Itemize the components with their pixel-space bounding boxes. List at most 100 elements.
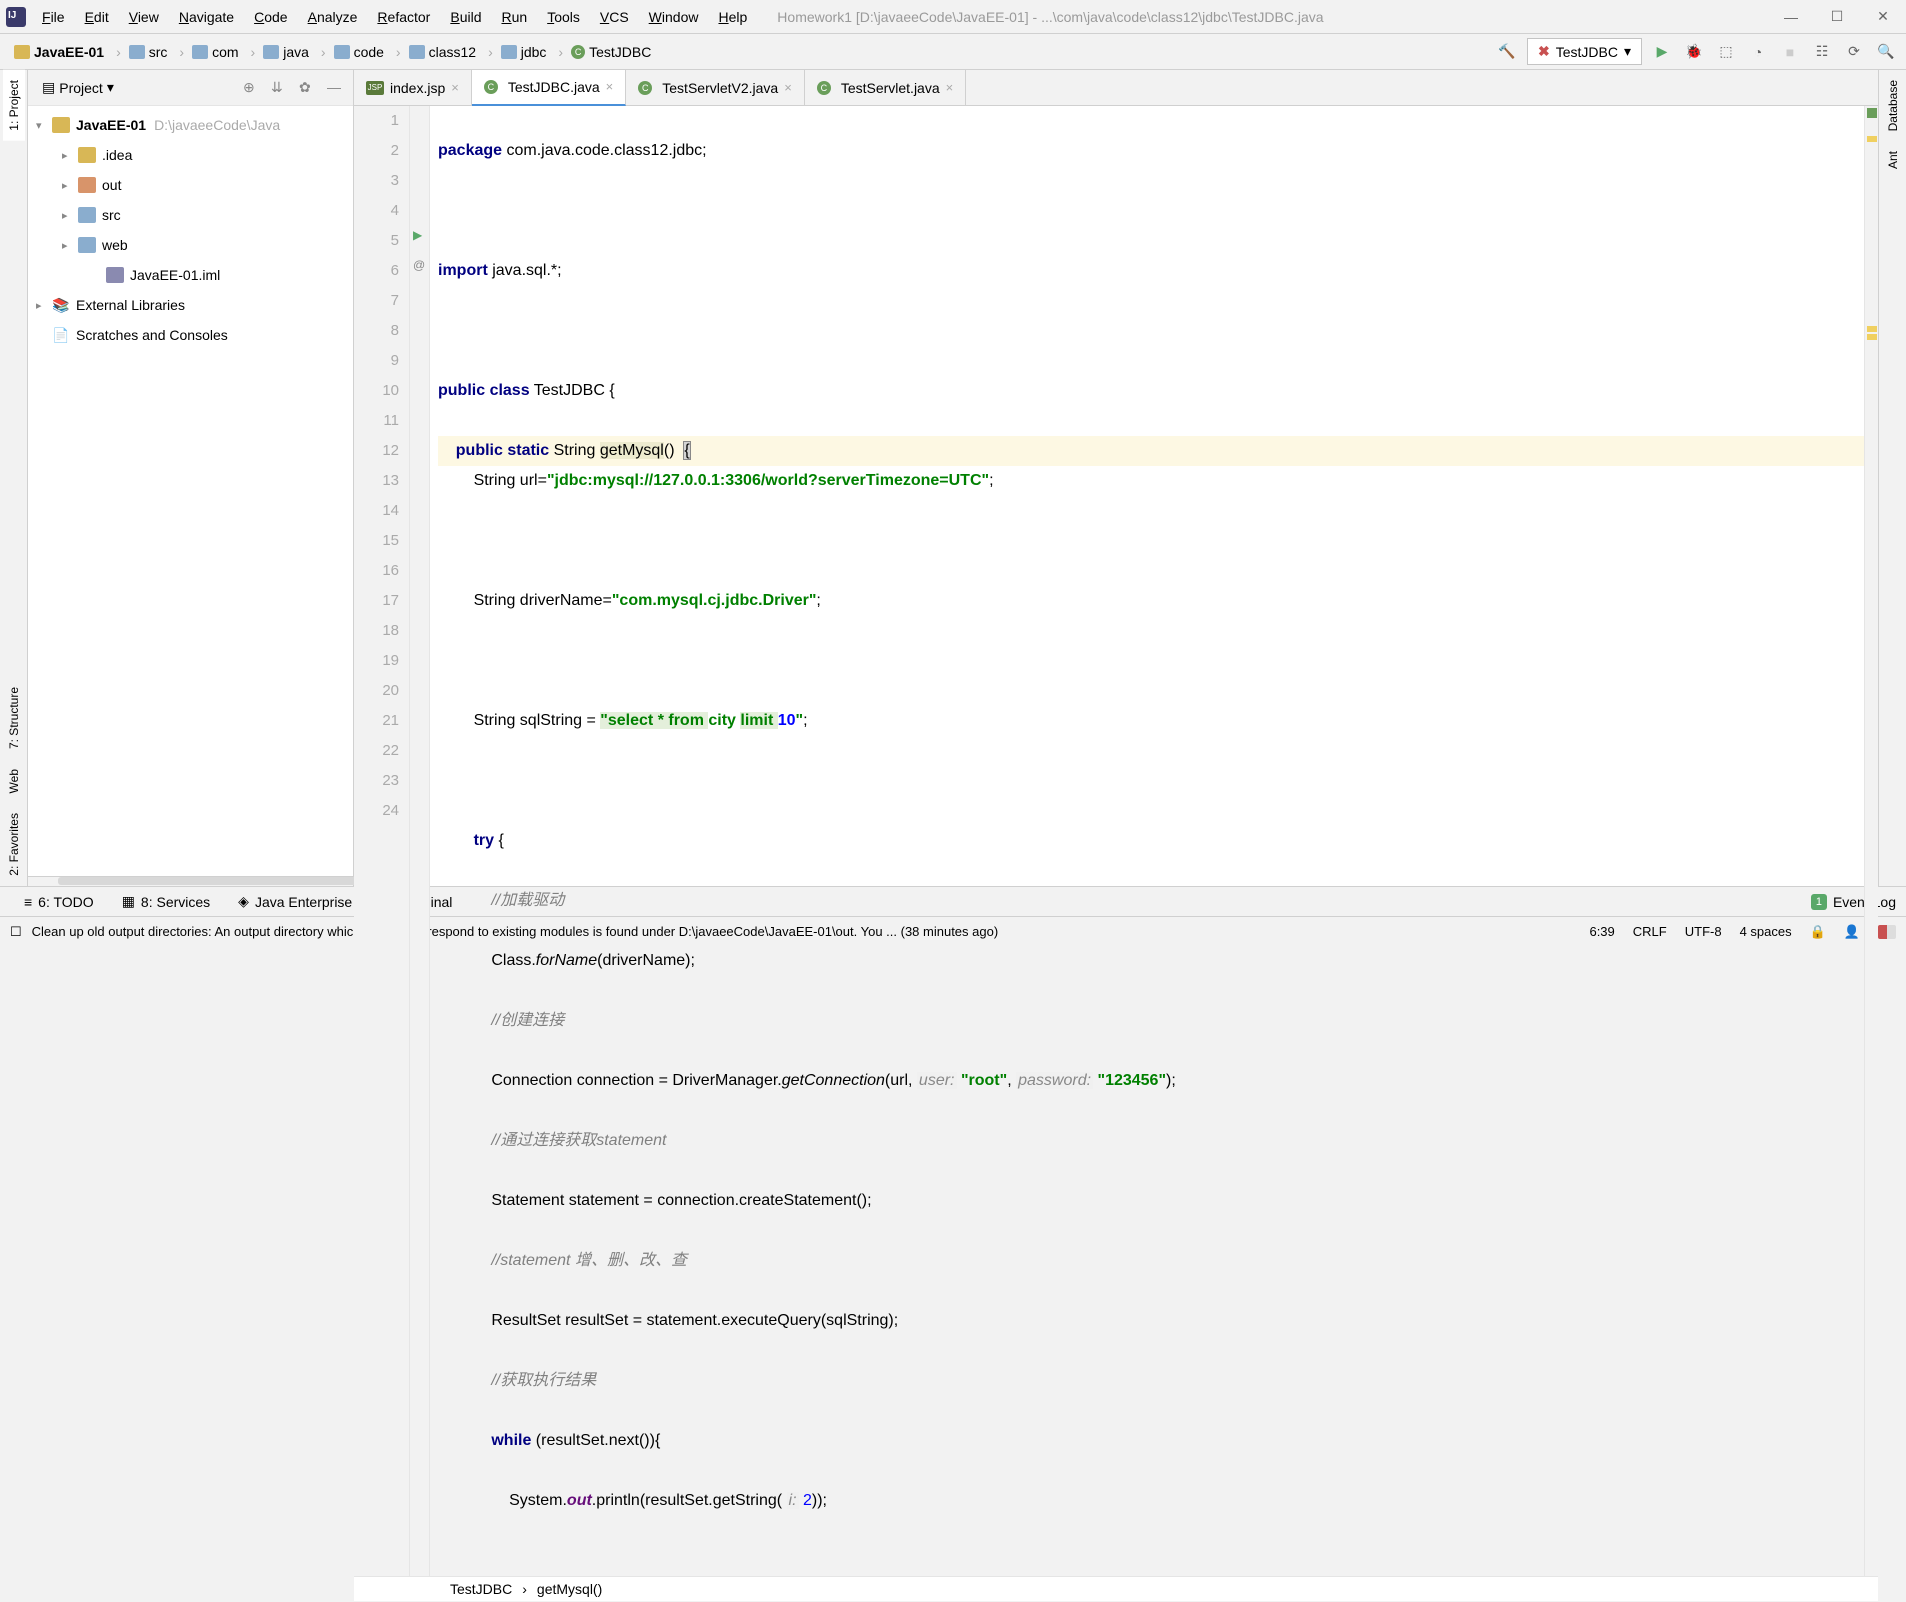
- class-icon: C: [571, 45, 585, 59]
- warning-mark[interactable]: [1867, 136, 1877, 142]
- list-icon: ≡: [24, 894, 32, 910]
- locate-icon[interactable]: ⊕: [243, 79, 261, 97]
- rail-ant[interactable]: Ant: [1882, 141, 1904, 179]
- breadcrumb-jdbc[interactable]: jdbc: [495, 42, 553, 62]
- project-header: ▤ Project ▾ ⊕ ⇊ ✿ —: [28, 70, 353, 106]
- window-controls: — ☐ ✕: [1768, 0, 1906, 34]
- search-everywhere-button[interactable]: 🔍: [1874, 40, 1898, 64]
- debug-button[interactable]: 🐞: [1682, 40, 1706, 64]
- menu-tools[interactable]: Tools: [537, 3, 590, 31]
- run-gutter-icon[interactable]: ▶: [413, 228, 422, 242]
- project-panel: ▤ Project ▾ ⊕ ⇊ ✿ — ▾ JavaEE-01 D:\javae…: [28, 70, 354, 886]
- tree-root[interactable]: ▾ JavaEE-01 D:\javaeeCode\Java: [28, 110, 353, 140]
- menu-build[interactable]: Build: [440, 3, 491, 31]
- rail-structure[interactable]: 7: Structure: [3, 677, 25, 759]
- rail-database[interactable]: Database: [1882, 70, 1904, 141]
- tab-indexjsp[interactable]: JSPindex.jsp×: [354, 70, 472, 106]
- close-tab-icon[interactable]: ×: [606, 79, 614, 94]
- expand-icon[interactable]: ▸: [62, 239, 78, 252]
- warning-mark[interactable]: [1867, 334, 1877, 340]
- crumb-method[interactable]: getMysql(): [527, 1577, 612, 1601]
- build-button[interactable]: 🔨: [1495, 40, 1519, 64]
- code-content[interactable]: package com.java.code.class12.jdbc; impo…: [430, 106, 1864, 1576]
- tree-item-out[interactable]: ▸out: [28, 170, 353, 200]
- breadcrumb-com[interactable]: com: [186, 42, 244, 62]
- folder-icon: [501, 45, 517, 59]
- main-area: 1: Project 7: Structure Web 2: Favorites…: [0, 70, 1906, 886]
- status-toggle-icon[interactable]: ☐: [10, 924, 22, 940]
- maximize-button[interactable]: ☐: [1814, 0, 1860, 34]
- hide-icon[interactable]: —: [327, 79, 345, 97]
- tree-item-iml[interactable]: JavaEE-01.iml: [28, 260, 353, 290]
- menu-analyze[interactable]: Analyze: [298, 3, 368, 31]
- menu-vcs[interactable]: VCS: [590, 3, 639, 31]
- tree-item-idea[interactable]: ▸.idea: [28, 140, 353, 170]
- folder-icon: [409, 45, 425, 59]
- class-icon: C: [817, 81, 831, 95]
- menu-code[interactable]: Code: [244, 3, 297, 31]
- memory-indicator[interactable]: [1878, 925, 1896, 939]
- menu-help[interactable]: Help: [708, 3, 757, 31]
- javaee-icon: ◈: [238, 893, 249, 910]
- menu-view[interactable]: View: [119, 3, 169, 31]
- tool-services[interactable]: ▦8: Services: [108, 893, 224, 910]
- menu-navigate[interactable]: Navigate: [169, 3, 244, 31]
- breadcrumb-class12[interactable]: class12: [403, 42, 482, 62]
- tool-todo[interactable]: ≡6: TODO: [10, 894, 108, 910]
- breadcrumb-java[interactable]: java: [257, 42, 315, 62]
- breadcrumb-separator: ›: [116, 44, 121, 60]
- scroll-marker-bar[interactable]: [1864, 106, 1878, 1576]
- editor-breadcrumb: TestJDBC › getMysql(): [354, 1576, 1878, 1601]
- editor-body[interactable]: 123456789101112131415161718192021222324 …: [354, 106, 1878, 1576]
- expand-icon[interactable]: ▸: [36, 299, 52, 312]
- tool-javaee[interactable]: ◈Java Enterprise: [224, 893, 366, 910]
- close-tab-icon[interactable]: ×: [784, 80, 792, 95]
- menu-edit[interactable]: Edit: [75, 3, 119, 31]
- update-button[interactable]: ⟳: [1842, 40, 1866, 64]
- menu-file[interactable]: File: [32, 3, 75, 31]
- crumb-class[interactable]: TestJDBC: [440, 1577, 522, 1601]
- breadcrumb-separator: ›: [321, 44, 326, 60]
- collapse-icon[interactable]: ⇊: [271, 79, 289, 97]
- tab-testjdbc[interactable]: CTestJDBC.java×: [472, 70, 626, 106]
- menu-window[interactable]: Window: [639, 3, 709, 31]
- tree-item-web[interactable]: ▸web: [28, 230, 353, 260]
- menu-run[interactable]: Run: [491, 3, 537, 31]
- breadcrumb-code[interactable]: code: [328, 42, 390, 62]
- stop-button[interactable]: ■: [1778, 40, 1802, 64]
- expand-icon[interactable]: ▸: [62, 179, 78, 192]
- breadcrumb-src[interactable]: src: [123, 42, 174, 62]
- project-structure-button[interactable]: ☷: [1810, 40, 1834, 64]
- project-tools: ⊕ ⇊ ✿ —: [243, 79, 345, 97]
- tree-external-libs[interactable]: ▸📚External Libraries: [28, 290, 353, 320]
- tree-scratches[interactable]: 📄Scratches and Consoles: [28, 320, 353, 350]
- rail-favorites[interactable]: 2: Favorites: [3, 803, 25, 886]
- project-view-dropdown[interactable]: ▤ Project ▾: [36, 77, 120, 98]
- menu-refactor[interactable]: Refactor: [367, 3, 440, 31]
- expand-icon[interactable]: ▸: [62, 209, 78, 222]
- breadcrumb-separator: ›: [396, 44, 401, 60]
- settings-icon[interactable]: ✿: [299, 79, 317, 97]
- breadcrumb-class[interactable]: CTestJDBC: [565, 42, 657, 62]
- close-window-button[interactable]: ✕: [1860, 0, 1906, 34]
- minimize-button[interactable]: —: [1768, 0, 1814, 34]
- rail-project[interactable]: 1: Project: [3, 70, 25, 141]
- warning-mark[interactable]: [1867, 326, 1877, 332]
- tab-testservlet[interactable]: CTestServlet.java×: [805, 70, 966, 106]
- profile-button[interactable]: ◔: [1746, 40, 1770, 64]
- close-tab-icon[interactable]: ×: [451, 80, 459, 95]
- resize-handle[interactable]: [28, 876, 353, 886]
- run-config-dropdown[interactable]: ✖ TestJDBC ▾: [1527, 38, 1642, 65]
- breadcrumb-project[interactable]: JavaEE-01: [8, 42, 110, 62]
- tree-item-src[interactable]: ▸src: [28, 200, 353, 230]
- close-tab-icon[interactable]: ×: [946, 80, 954, 95]
- tab-testservletv2[interactable]: CTestServletV2.java×: [626, 70, 805, 106]
- rail-web[interactable]: Web: [3, 759, 25, 803]
- right-tool-rail: Database Ant: [1878, 70, 1906, 886]
- expand-icon[interactable]: ▸: [62, 149, 78, 162]
- override-gutter-icon[interactable]: @: [413, 258, 425, 272]
- expand-icon[interactable]: ▾: [36, 119, 52, 132]
- project-tree: ▾ JavaEE-01 D:\javaeeCode\Java ▸.idea ▸o…: [28, 106, 353, 876]
- coverage-button[interactable]: ⬚: [1714, 40, 1738, 64]
- run-button[interactable]: ▶: [1650, 40, 1674, 64]
